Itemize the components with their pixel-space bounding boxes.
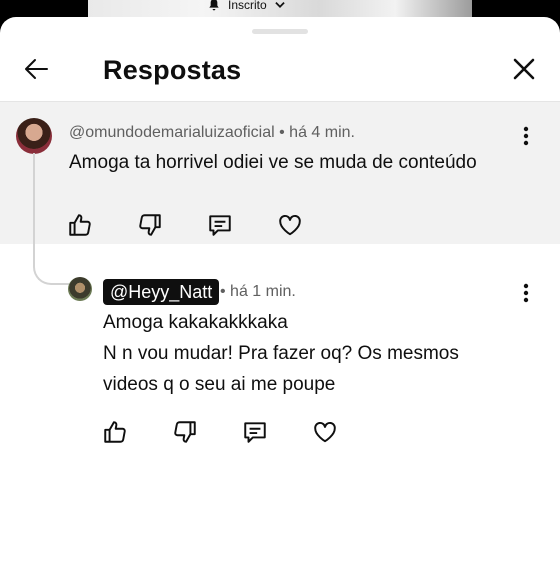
comment-actions	[102, 417, 382, 447]
close-button[interactable]	[506, 53, 542, 89]
heart-icon	[277, 212, 303, 238]
back-button[interactable]	[18, 53, 54, 89]
more-options-button[interactable]	[514, 126, 538, 150]
avatar[interactable]	[16, 118, 52, 154]
thumbs-down-icon	[137, 212, 163, 238]
bell-icon	[206, 0, 222, 13]
reply-button[interactable]	[207, 210, 277, 240]
dislike-button[interactable]	[137, 210, 207, 240]
page-title: Respostas	[103, 55, 242, 85]
more-vertical-icon	[523, 126, 529, 151]
comment-body: Amoga ta horrivel odiei ve se muda de co…	[69, 147, 477, 178]
parent-comment: @omundodemarialuizaoficial • há 4 min. A…	[0, 102, 560, 244]
reply-icon	[242, 419, 268, 445]
drag-handle[interactable]	[252, 29, 308, 34]
more-options-button[interactable]	[514, 283, 538, 307]
like-button[interactable]	[102, 417, 172, 447]
subscribed-label: Inscrito	[228, 0, 267, 12]
subscribed-button[interactable]: Inscrito	[198, 0, 295, 16]
heart-icon	[312, 419, 338, 445]
reply-icon	[207, 212, 233, 238]
reply-button[interactable]	[242, 417, 312, 447]
thread-connector	[33, 153, 69, 285]
replies-sheet: Respostas @omundodemarialuizaoficial • h…	[0, 17, 560, 577]
comment-actions	[67, 210, 347, 240]
comment-time: • há 1 min.	[220, 283, 296, 300]
chevron-down-icon	[273, 0, 287, 12]
thumbs-up-icon	[102, 419, 128, 445]
dislike-button[interactable]	[172, 417, 242, 447]
like-button[interactable]	[67, 210, 137, 240]
thumbs-down-icon	[172, 419, 198, 445]
comment-meta: @omundodemarialuizaoficial • há 4 min.	[69, 124, 355, 142]
more-vertical-icon	[523, 283, 529, 308]
comment-line: Amoga kakakakkkaka	[103, 312, 288, 333]
avatar[interactable]	[68, 277, 92, 301]
heart-button[interactable]	[312, 417, 382, 447]
thumbs-up-icon	[67, 212, 93, 238]
comment-line: videos q o seu ai me poupe	[103, 374, 336, 395]
author-name[interactable]: @omundodemarialuizaoficial	[69, 124, 275, 141]
comment-body: Amoga kakakakkkaka N n vou mudar! Pra fa…	[103, 307, 459, 400]
back-arrow-icon	[22, 55, 50, 88]
sheet-header: Respostas	[0, 41, 560, 102]
heart-button[interactable]	[277, 210, 347, 240]
author-name[interactable]: @Heyy_Natt	[103, 279, 220, 305]
comment-time: • há 4 min.	[274, 124, 355, 141]
close-icon	[511, 56, 537, 87]
comment-line: N n vou mudar! Pra fazer oq? Os mesmos	[103, 343, 459, 364]
comment-line: Amoga ta horrivel odiei ve se muda de co…	[69, 152, 477, 173]
